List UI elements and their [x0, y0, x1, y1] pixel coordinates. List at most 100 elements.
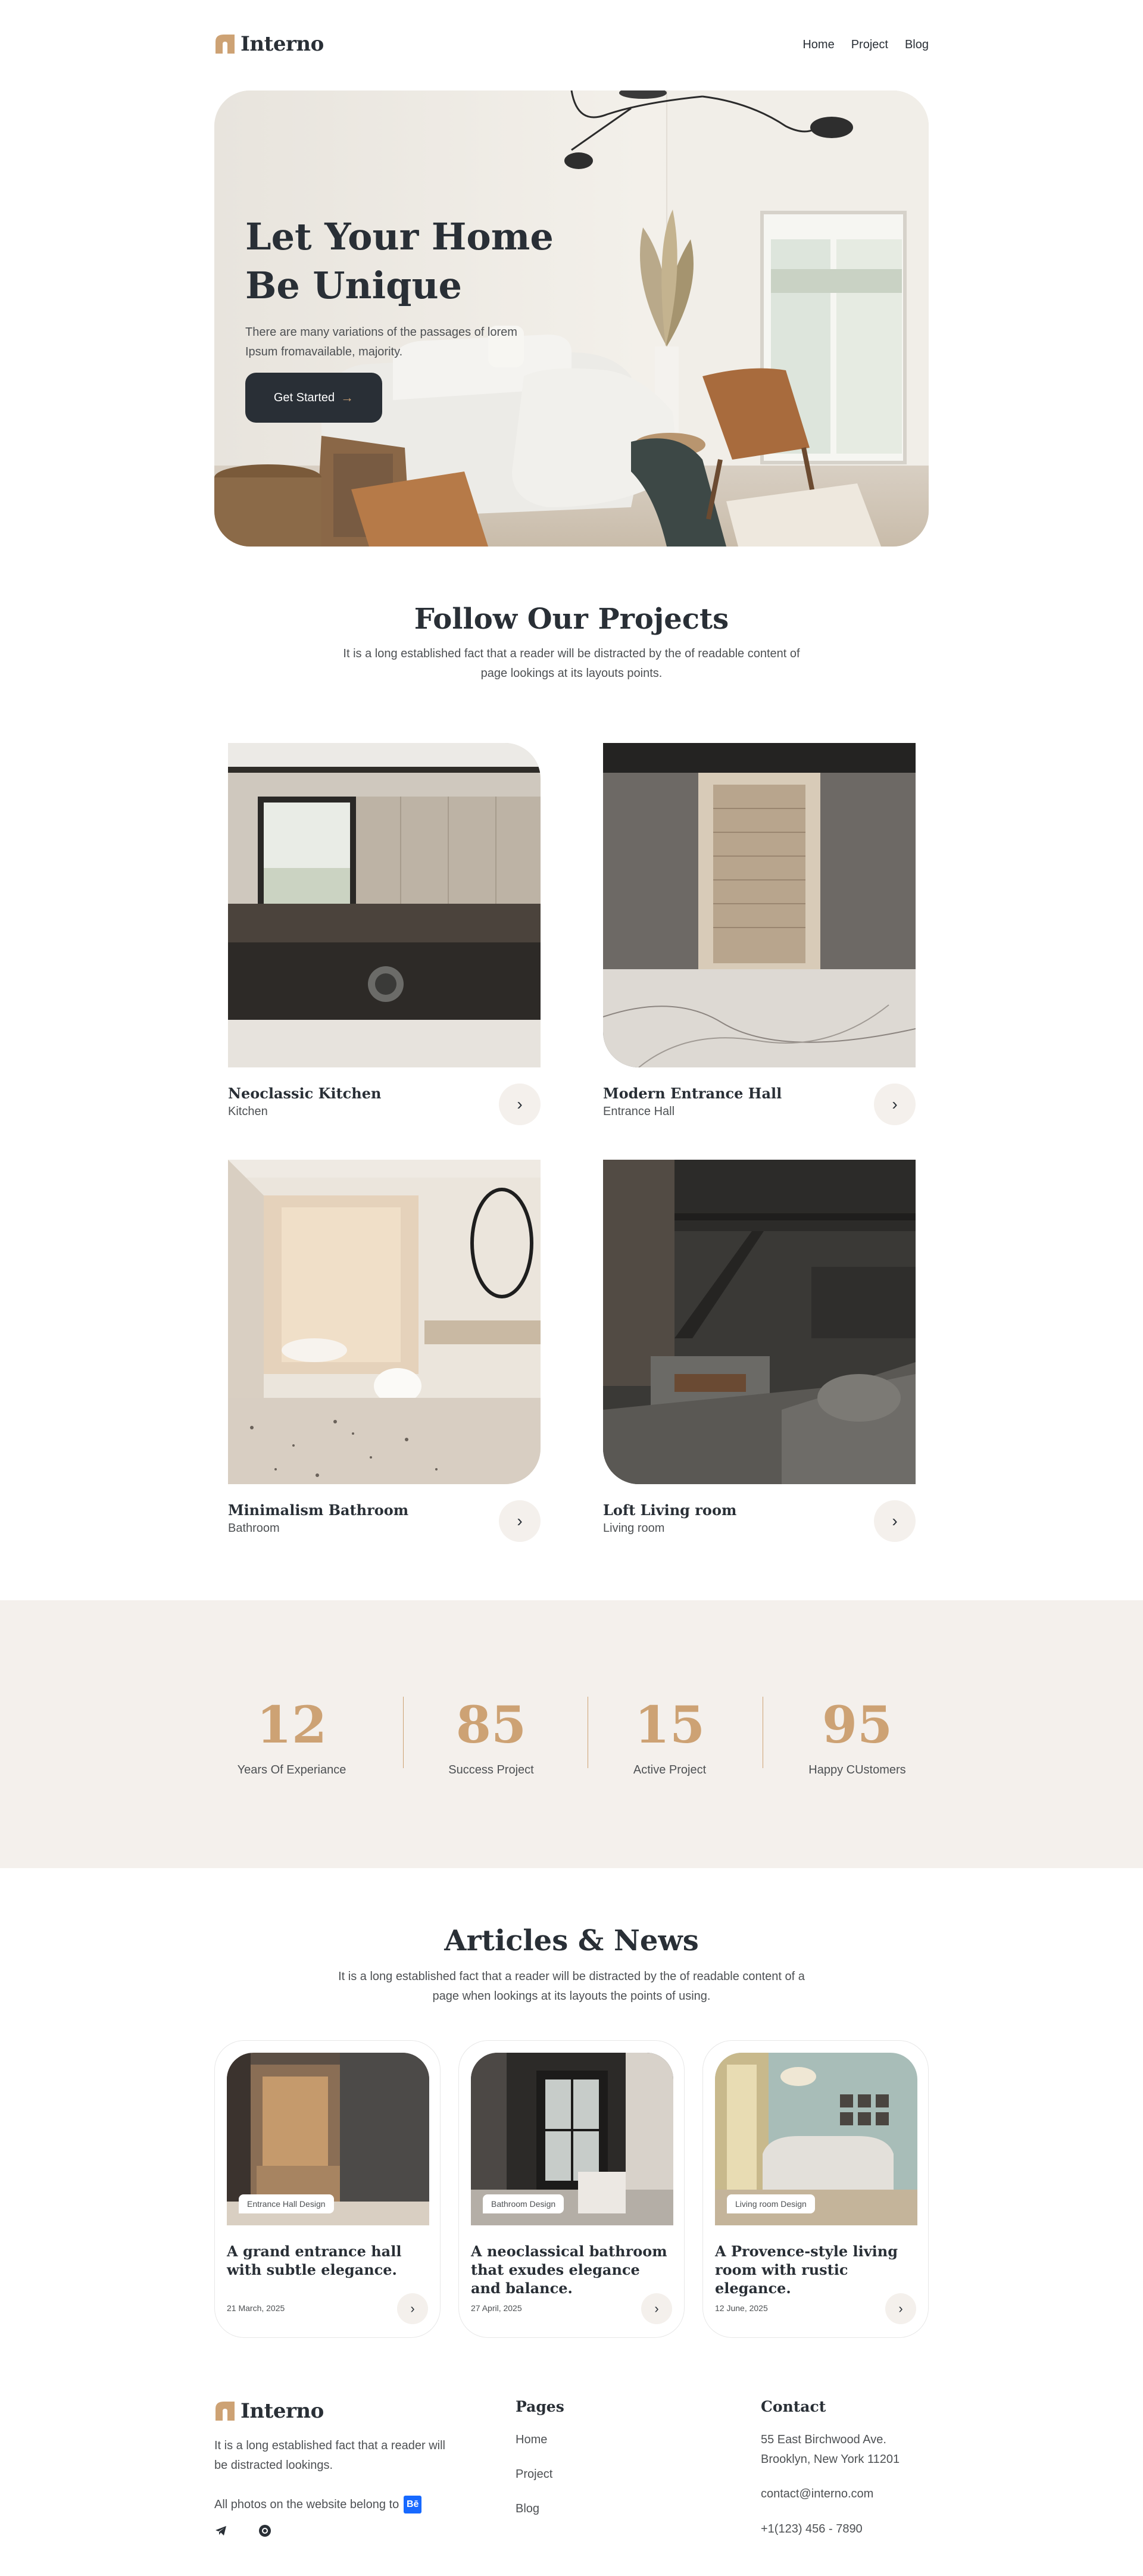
stat-value: 85 [455, 1696, 527, 1755]
project-category: Living room [603, 1522, 665, 1535]
hero-title-line-2: Be Unique [245, 264, 463, 307]
project-name: Minimalism Bathroom [228, 1501, 409, 1519]
projects-title: Follow Our Projects [414, 602, 729, 636]
news-card[interactable]: Living room Design A Provence-style livi… [702, 2040, 929, 2338]
project-name: Loft Living room [603, 1501, 737, 1519]
hero-living-room-image [214, 90, 929, 547]
footer-contact-title: Contact [761, 2398, 826, 2415]
project-image-bathroom [228, 1160, 541, 1484]
project-card[interactable]: Minimalism Bathroom Bathroom › [228, 1160, 541, 1553]
project-arrow-button[interactable]: › [499, 1084, 541, 1125]
project-category: Kitchen [228, 1105, 268, 1118]
stat-success: 85 Success Project [432, 1696, 551, 1777]
project-image-entrance-hall [603, 743, 916, 1067]
projects-subtitle: It is a long established fact that a rea… [343, 647, 800, 680]
entrance-hall-image [603, 743, 916, 1067]
news-date: 12 June, 2025 [715, 2303, 768, 2313]
logo-text: Interno [241, 32, 324, 56]
hero-title-line-1: Let Your Home [245, 215, 554, 258]
stat-value: 95 [822, 1696, 893, 1755]
bathroom-image [228, 1160, 541, 1484]
project-card[interactable]: Neoclassic Kitchen Kitchen › [228, 743, 541, 1136]
get-started-label: Get Started [273, 391, 335, 404]
nav-project[interactable]: Project [851, 38, 888, 52]
site-header: Interno Home Project Blog [214, 32, 929, 62]
telegram-icon[interactable] [214, 2524, 227, 2537]
news-title: Articles & News [444, 1924, 699, 1957]
loft-living-room-image [603, 1160, 916, 1484]
footer-link-blog[interactable]: Blog [516, 2499, 539, 2519]
behance-icon[interactable]: Bē [404, 2496, 422, 2513]
news-tag: Living room Design [727, 2194, 815, 2213]
logo-icon [216, 35, 235, 54]
footer-link-home[interactable]: Home [516, 2430, 547, 2450]
chevron-right-icon: › [892, 1095, 898, 1113]
stat-active: 15 Active Project [610, 1696, 729, 1777]
footer-phone[interactable]: +1(123) 456 - 7890 [761, 2519, 863, 2539]
news-card[interactable]: Bathroom Design A neoclassical bathroom … [458, 2040, 685, 2338]
stat-experience: 12 Years Of Experiance [232, 1696, 351, 1777]
project-arrow-button[interactable]: › [874, 1500, 916, 1542]
project-card[interactable]: Loft Living room Living room › [603, 1160, 916, 1553]
news-arrow-button[interactable]: › [885, 2293, 916, 2324]
hero-title: Let Your Home Be Unique [245, 213, 555, 310]
project-image-loft-living-room [603, 1160, 916, 1484]
project-image-kitchen [228, 743, 541, 1067]
project-category: Entrance Hall [603, 1105, 675, 1118]
news-arrow-button[interactable]: › [641, 2293, 672, 2324]
footer-description: It is a long established fact that a rea… [214, 2439, 445, 2472]
footer-link-project[interactable]: Project [516, 2465, 552, 2484]
chevron-right-icon: › [517, 1512, 523, 1530]
footer-logo-text: Interno [241, 2399, 324, 2423]
news-subtitle: It is a long established fact that a rea… [338, 1970, 805, 2003]
chevron-right-icon: › [517, 1095, 523, 1113]
logo-icon [216, 2402, 235, 2421]
get-started-button[interactable]: Get Started → [245, 373, 382, 423]
hero-banner: Let Your Home Be Unique There are many v… [214, 90, 929, 547]
chevron-right-icon: › [654, 2301, 659, 2316]
news-date: 27 April, 2025 [471, 2303, 522, 2313]
news-tag: Bathroom Design [483, 2194, 564, 2213]
footer-credit: All photos on the website belong to Bē [214, 2496, 422, 2513]
news-headline: A Provence-style living room with rustic… [715, 2243, 898, 2297]
hero-subtitle: There are many variations of the passage… [245, 326, 517, 358]
footer-socials [214, 2524, 271, 2537]
stat-label: Happy CUstomers [808, 1763, 906, 1776]
kitchen-image [228, 743, 541, 1067]
project-name: Modern Entrance Hall [603, 1085, 782, 1102]
threads-icon[interactable] [258, 2524, 271, 2537]
project-card[interactable]: Modern Entrance Hall Entrance Hall › [603, 743, 916, 1136]
footer-pages-title: Pages [516, 2398, 564, 2415]
project-arrow-button[interactable]: › [499, 1500, 541, 1542]
stat-value: 15 [634, 1696, 705, 1755]
logo[interactable]: Interno [214, 32, 324, 56]
project-name: Neoclassic Kitchen [228, 1085, 382, 1102]
project-category: Bathroom [228, 1522, 280, 1535]
stats-section: 12 Years Of Experiance 85 Success Projec… [0, 1600, 1143, 1868]
arrow-right-icon: → [341, 390, 354, 405]
chevron-right-icon: › [892, 1512, 898, 1530]
stat-label: Success Project [448, 1763, 534, 1776]
main-nav: Home Project Blog [802, 38, 929, 52]
news-headline: A neoclassical bathroom that exudes eleg… [471, 2243, 667, 2297]
footer-address-line-1: 55 East Birchwood Ave. [761, 2433, 886, 2446]
footer-logo[interactable]: Interno [214, 2399, 324, 2423]
stat-customers: 95 Happy CUstomers [792, 1696, 923, 1777]
stat-label: Years Of Experiance [237, 1763, 346, 1776]
project-arrow-button[interactable]: › [874, 1084, 916, 1125]
stat-value: 12 [256, 1696, 327, 1755]
news-headline: A grand entrance hall with subtle elegan… [227, 2243, 402, 2278]
footer-credit-text: All photos on the website belong to [214, 2497, 399, 2511]
nav-home[interactable]: Home [802, 38, 834, 52]
nav-blog[interactable]: Blog [905, 38, 929, 52]
footer-email[interactable]: contact@interno.com [761, 2484, 873, 2504]
news-date: 21 March, 2025 [227, 2303, 285, 2313]
news-tag: Entrance Hall Design [239, 2194, 334, 2213]
news-arrow-button[interactable]: › [397, 2293, 428, 2324]
chevron-right-icon: › [410, 2301, 415, 2316]
stat-label: Active Project [633, 1763, 707, 1776]
news-card[interactable]: Entrance Hall Design A grand entrance ha… [214, 2040, 441, 2338]
chevron-right-icon: › [898, 2301, 903, 2316]
footer-address-line-2: Brooklyn, New York 11201 [761, 2453, 900, 2466]
stat-divider [403, 1697, 404, 1768]
